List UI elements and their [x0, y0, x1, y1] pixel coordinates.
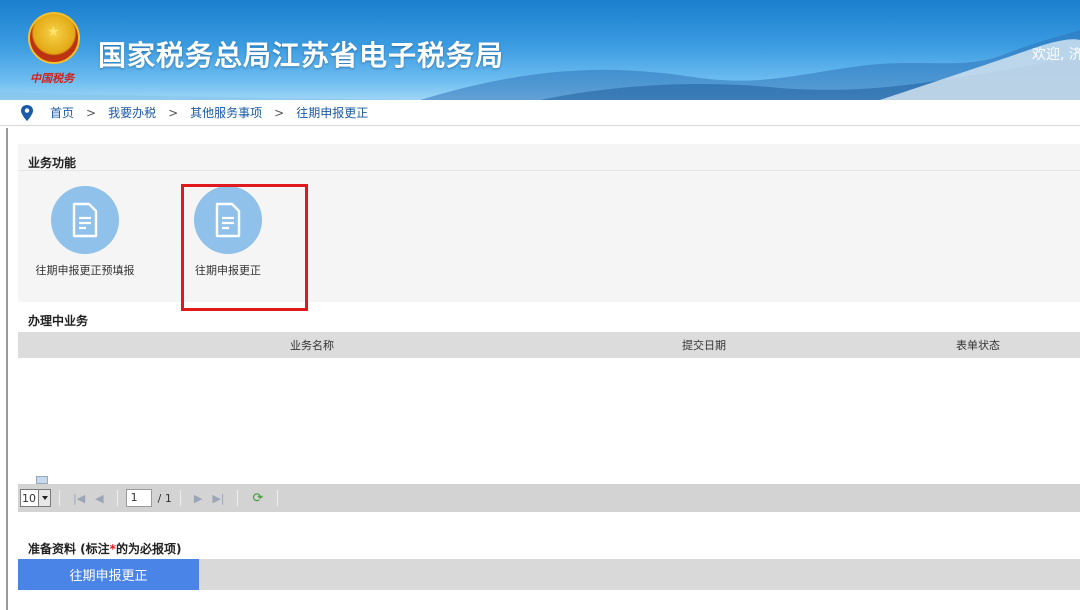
divider — [116, 490, 118, 506]
main-content: 业务功能 往期申报更正预填报 往期申报更正 办理中业务 业务名称 提交日期 表单… — [6, 128, 1080, 610]
highlight-box — [181, 184, 308, 311]
business-functions-title: 业务功能 — [28, 156, 77, 170]
column-header-submit-date[interactable]: 提交日期 — [682, 337, 726, 353]
site-title: 国家税务总局江苏省电子税务局 — [98, 39, 505, 72]
table-body — [18, 358, 1080, 484]
welcome-user[interactable]: 欢迎, 济 — [1032, 44, 1080, 64]
breadcrumb-separator: > — [86, 105, 97, 120]
divider — [277, 490, 279, 506]
breadcrumb-separator: > — [274, 105, 285, 120]
preparation-title: 准备资料 (标注*的为必报项) — [28, 540, 181, 557]
breadcrumb-other-services[interactable]: 其他服务事项 — [190, 104, 262, 121]
in-process-title: 办理中业务 — [28, 314, 89, 328]
table-header: 业务名称 提交日期 表单状态 — [18, 332, 1080, 358]
chevron-down-icon[interactable] — [38, 490, 50, 506]
divider — [59, 490, 60, 506]
breadcrumb-current[interactable]: 往期申报更正 — [296, 104, 368, 121]
preparation-tab-bar: 往期申报更正 — [18, 559, 1080, 590]
tax-logo-text: 中国税务 — [30, 72, 74, 85]
divider — [237, 490, 239, 506]
breadcrumb: 首页 > 我要办税 > 其他服务事项 > 往期申报更正 — [0, 100, 1080, 126]
divider — [179, 490, 181, 506]
document-icon — [51, 186, 119, 254]
next-page-icon[interactable]: ▶ — [194, 492, 202, 505]
national-emblem-icon: ★ — [28, 12, 80, 64]
preparation-title-suffix: 的为必报项) — [115, 542, 182, 556]
pager: 10 |◀ ◀ 1 / 1 ▶ ▶| ⟳ — [18, 484, 1080, 512]
total-pages: / 1 — [157, 491, 172, 505]
refresh-icon[interactable]: ⟳ — [252, 491, 263, 506]
func-label: 往期申报更正预填报 — [35, 264, 135, 277]
tab-correction[interactable]: 往期申报更正 — [18, 559, 199, 590]
divider — [18, 170, 1080, 171]
last-page-icon[interactable]: ▶| — [212, 492, 224, 505]
current-page-input[interactable]: 1 — [125, 489, 152, 507]
page-size-value: 10 — [22, 491, 36, 505]
page-size-select[interactable]: 10 — [20, 489, 51, 507]
resize-handle[interactable] — [36, 476, 48, 484]
site-header: ★ 中国税务 国家税务总局江苏省电子税务局 欢迎, 济 — [0, 0, 1080, 100]
breadcrumb-separator: > — [168, 105, 179, 120]
location-pin-icon — [21, 104, 33, 121]
func-card-prefill[interactable]: 往期申报更正预填报 — [30, 186, 140, 278]
column-header-business-name[interactable]: 业务名称 — [290, 337, 334, 353]
prev-page-icon[interactable]: ◀ — [95, 492, 103, 505]
business-functions-panel: 业务功能 往期申报更正预填报 往期申报更正 — [18, 144, 1080, 311]
column-header-form-status[interactable]: 表单状态 — [956, 337, 1000, 353]
first-page-icon[interactable]: |◀ — [73, 492, 85, 505]
breadcrumb-tax-services[interactable]: 我要办税 — [108, 104, 156, 121]
preparation-title-prefix: 准备资料 (标注 — [28, 542, 110, 556]
breadcrumb-home[interactable]: 首页 — [50, 104, 74, 121]
